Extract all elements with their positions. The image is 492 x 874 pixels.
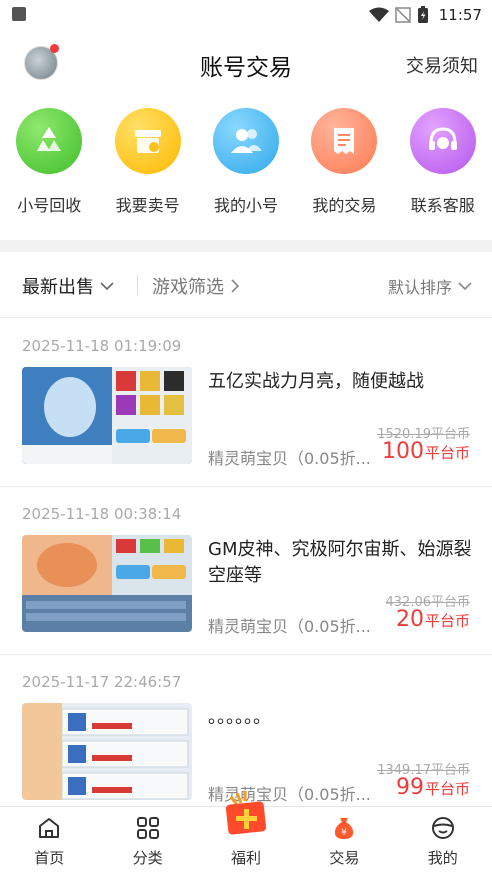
headset-icon <box>409 108 476 174</box>
gift-icon <box>225 791 266 835</box>
quick-item-support[interactable]: 联系客服 <box>394 108 492 232</box>
tab-trade[interactable]: ¥ 交易 <box>295 807 393 874</box>
home-icon <box>39 818 60 838</box>
game-filter-label: 游戏筛选 <box>152 277 224 298</box>
quick-menu: 小号回收 我要卖号 我的小号 我的交易 联系客服 <box>0 108 492 232</box>
trade-notice-link[interactable]: 交易须知 <box>406 52 478 78</box>
profile-icon <box>431 817 454 839</box>
quick-item-sell[interactable]: 我要卖号 <box>98 108 196 232</box>
tab-mine[interactable]: 我的 <box>394 807 492 874</box>
shop-icon <box>114 108 181 174</box>
receipt-icon <box>311 108 378 174</box>
chevron-down-icon <box>458 282 472 291</box>
price-unit: 平台币 <box>424 612 470 630</box>
game-filter-button[interactable]: 游戏筛选 <box>152 273 240 299</box>
users-icon <box>212 108 279 174</box>
price-unit: 平台币 <box>424 780 470 798</box>
status-icons: 11:57 <box>368 4 482 26</box>
price-value: 20 <box>395 607 424 632</box>
listing-thumbnail <box>22 535 192 632</box>
listing-thumbnail <box>22 703 192 800</box>
quick-item-label: 我的交易 <box>312 196 377 215</box>
listing-price: 100 平台币 <box>382 439 470 464</box>
quick-item-label: 小号回收 <box>17 196 82 215</box>
tab-category[interactable]: 分类 <box>98 807 196 874</box>
listing-card[interactable]: 2025-11-18 01:19:09 五亿实战力月亮，随便越战 精灵萌宝贝（0… <box>0 319 492 487</box>
filter-divider <box>137 275 138 295</box>
listing-card[interactable]: 2025-11-18 00:38:14 GM皮神、究极阿尔宙斯、始源裂空座等 精… <box>0 487 492 655</box>
listing-time: 2025-11-17 22:46:57 <box>22 673 182 691</box>
clock: 11:57 <box>438 6 482 24</box>
notification-icon <box>12 7 26 21</box>
listing-game: 精灵萌宝贝（0.05折... <box>208 617 371 636</box>
listing-game: 精灵萌宝贝（0.05折... <box>208 449 371 468</box>
listing-title: 。。。。。。 <box>208 707 271 728</box>
status-bar: 11:57 <box>0 0 492 30</box>
recycle-icon <box>16 108 83 174</box>
latest-sale-label: 最新出售 <box>22 277 94 298</box>
tab-label: 分类 <box>132 849 163 867</box>
listing-thumbnail <box>22 367 192 464</box>
chevron-right-icon <box>231 279 240 293</box>
listing-time: 2025-11-18 00:38:14 <box>22 505 182 523</box>
quick-item-label: 我要卖号 <box>115 196 180 215</box>
tab-home[interactable]: 首页 <box>0 807 98 874</box>
app-header: 账号交易 交易须知 <box>0 36 492 92</box>
price-value: 99 <box>395 775 424 800</box>
bottom-tab-bar: 首页 分类 福利 ¥ 交易 我的 <box>0 791 492 874</box>
grid-icon <box>136 817 159 839</box>
quick-item-recycle[interactable]: 小号回收 <box>0 108 98 232</box>
sort-dropdown[interactable]: 默认排序 <box>388 274 472 298</box>
tab-welfare[interactable]: 福利 <box>197 791 295 874</box>
quick-item-my-trades[interactable]: 我的交易 <box>295 108 393 232</box>
wifi-icon <box>368 7 389 22</box>
listing-price: 20 平台币 <box>396 607 470 632</box>
listing-price: 99 平台币 <box>396 775 470 800</box>
listing-title: 五亿实战力月亮，随便越战 <box>208 371 424 392</box>
latest-sale-dropdown[interactable]: 最新出售 <box>22 273 114 299</box>
section-divider <box>0 240 492 252</box>
sort-label: 默认排序 <box>387 278 452 297</box>
tab-label: 我的 <box>427 849 458 867</box>
price-unit: 平台币 <box>424 444 470 462</box>
money-bag-icon: ¥ <box>335 818 354 839</box>
filter-bar: 最新出售 游戏筛选 默认排序 <box>0 252 492 318</box>
tab-label: 福利 <box>230 849 261 867</box>
tab-label: 交易 <box>329 849 360 867</box>
battery-icon <box>417 6 428 23</box>
listing-time: 2025-11-18 01:19:09 <box>22 337 182 355</box>
tab-label: 首页 <box>34 849 65 867</box>
quick-item-label: 联系客服 <box>410 196 475 215</box>
chevron-down-icon <box>100 282 114 291</box>
quick-item-label: 我的小号 <box>213 196 278 215</box>
svg-text:¥: ¥ <box>341 828 347 838</box>
listing-title: GM皮神、究极阿尔宙斯、始源裂空座等 <box>208 539 472 586</box>
no-signal-icon <box>395 7 411 23</box>
price-value: 100 <box>381 439 424 464</box>
quick-item-my-accounts[interactable]: 我的小号 <box>197 108 295 232</box>
